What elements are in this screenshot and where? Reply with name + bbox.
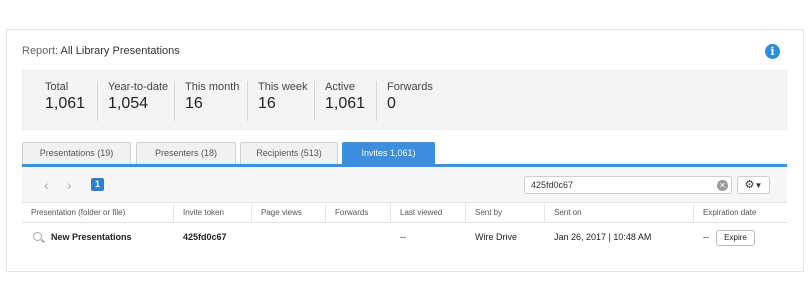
chevron-right-icon[interactable]: › <box>67 177 72 193</box>
clear-icon[interactable]: ✕ <box>717 180 728 191</box>
stat-label: This month <box>185 81 240 93</box>
sent-by: Wire Drive <box>475 232 517 242</box>
stat-ytd: Year-to-date 1,054 <box>97 81 168 121</box>
column-header[interactable]: Sent by <box>466 203 545 222</box>
stat-label: Forwards <box>387 81 433 93</box>
stat-month: This month 16 <box>174 81 239 121</box>
stat-value: 16 <box>258 95 276 112</box>
invite-token: 425fd0c67 <box>183 232 227 242</box>
stat-label: This week <box>258 81 308 93</box>
table-toolbar: ‹ › 1 ✕ ⚙▼ <box>22 167 787 203</box>
column-header[interactable]: Presentation (folder or file) <box>22 203 174 222</box>
report-title: Report: All Library Presentations <box>22 45 180 57</box>
table-header: Presentation (folder or file) Invite tok… <box>22 203 787 223</box>
report-name: All Library Presentations <box>60 45 180 57</box>
stat-value: 1,061 <box>45 95 86 112</box>
tab-invites[interactable]: Invites 1,061) <box>342 142 435 164</box>
stat-value: 16 <box>185 95 203 112</box>
search-icon <box>33 232 42 241</box>
stat-label: Active <box>325 81 355 93</box>
search-input[interactable] <box>524 176 732 194</box>
report-prefix: Report: <box>22 45 59 57</box>
tab-presentations[interactable]: Presentations (19) <box>22 142 131 164</box>
tab-presenters[interactable]: Presenters (18) <box>136 142 236 164</box>
column-header[interactable]: Expiration date <box>694 203 787 222</box>
page-number[interactable]: 1 <box>91 178 104 191</box>
column-header[interactable]: Forwards <box>326 203 391 222</box>
column-header[interactable]: Sent on <box>545 203 694 222</box>
expiration-date: -- <box>703 232 709 242</box>
caret-down-icon: ▼ <box>754 181 763 190</box>
stat-total: Total 1,061 <box>35 81 85 113</box>
tab-recipients[interactable]: Recipients (513) <box>240 142 338 164</box>
sent-on: Jan 26, 2017 | 10:48 AM <box>554 232 652 242</box>
stat-week: This week 16 <box>247 81 308 121</box>
stats-summary: Total 1,061 Year-to-date 1,054 This mont… <box>22 70 787 130</box>
stat-forwards: Forwards 0 <box>376 81 433 121</box>
column-header[interactable]: Page views <box>252 203 326 222</box>
info-icon[interactable]: i <box>765 44 780 59</box>
stat-value: 1,054 <box>108 95 149 112</box>
stat-value: 1,061 <box>325 95 366 112</box>
column-header[interactable]: Last viewed <box>391 203 466 222</box>
column-header[interactable]: Invite token <box>174 203 252 222</box>
presentation-name[interactable]: New Presentations <box>51 222 132 252</box>
expire-button[interactable]: Expire <box>716 230 755 246</box>
table-row[interactable]: New Presentations 425fd0c67 -- Wire Driv… <box>22 222 787 252</box>
stat-label: Year-to-date <box>108 81 169 93</box>
last-viewed: -- <box>400 232 406 242</box>
settings-menu-button[interactable]: ⚙▼ <box>737 176 770 194</box>
gear-icon: ⚙ <box>744 179 755 191</box>
stat-active: Active 1,061 <box>314 81 365 121</box>
stat-label: Total <box>45 81 69 93</box>
chevron-left-icon[interactable]: ‹ <box>44 177 49 193</box>
stat-value: 0 <box>387 95 396 112</box>
